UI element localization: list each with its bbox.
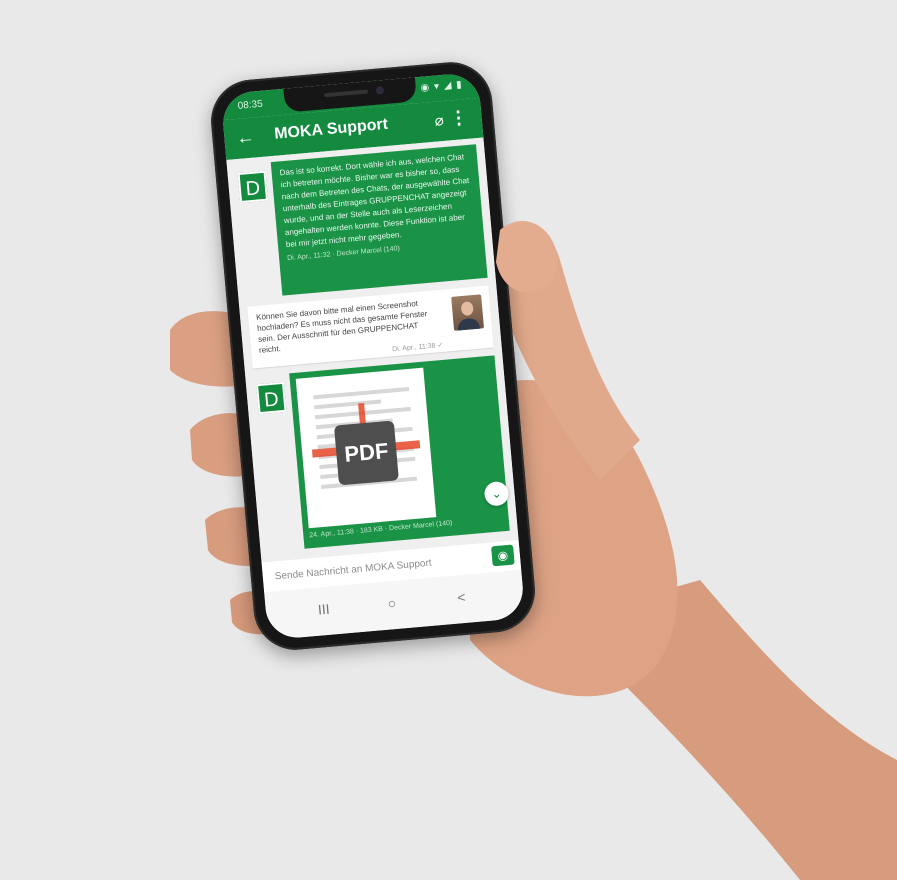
hand-front [496,220,558,293]
photo-scene: 08:35 ◉ ▾ ◢ ▮ ← MOKA Support ⌀ ⋮ D Das i… [0,0,897,880]
